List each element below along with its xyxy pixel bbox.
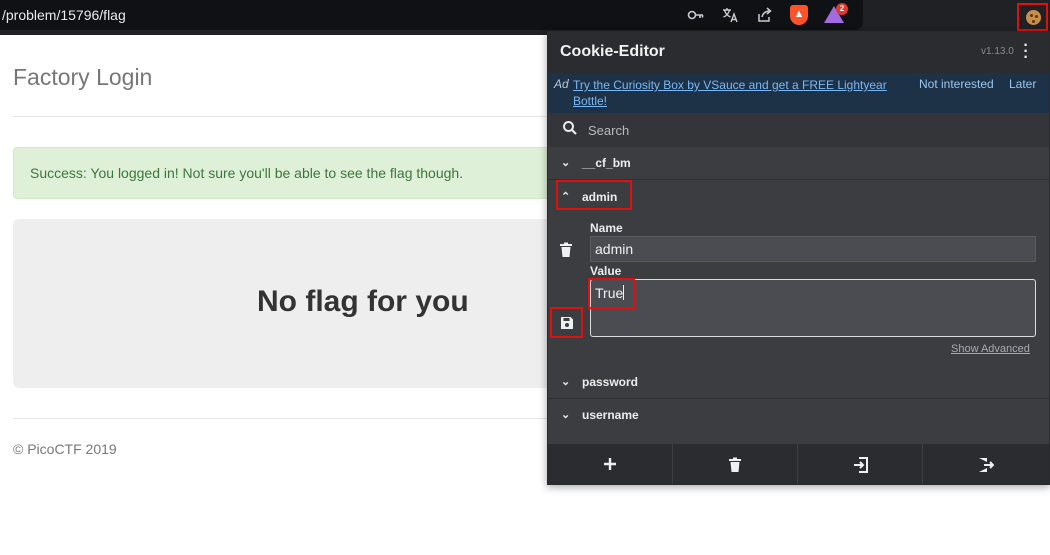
page-title: Factory Login bbox=[13, 64, 153, 90]
cookie-name: password bbox=[582, 375, 639, 389]
translate-icon[interactable] bbox=[720, 6, 740, 24]
delete-all-button[interactable] bbox=[673, 444, 798, 484]
cookie-details-admin: Name Value True Show Advanced bbox=[548, 212, 1049, 364]
cookie-name: __cf_bm bbox=[582, 156, 631, 170]
highlight-box bbox=[556, 180, 632, 210]
chevron-down-icon: ⌄ bbox=[561, 376, 571, 388]
chevron-down-icon: ⌄ bbox=[561, 409, 571, 421]
ad-not-interested-button[interactable]: Not interested bbox=[919, 77, 994, 91]
alert-text: Success: You logged in! Not sure you'll … bbox=[30, 165, 464, 181]
ad-banner: Ad Try the Curiosity Box by VSauce and g… bbox=[548, 73, 1049, 113]
cookie-value-field[interactable]: True bbox=[590, 279, 1036, 337]
cookie-editor-popup: Cookie-Editor v1.13.0 · · · Ad Try the Cur… bbox=[547, 31, 1050, 485]
trash-icon bbox=[729, 457, 741, 472]
popup-header: Cookie-Editor v1.13.0 · · · bbox=[548, 32, 1049, 73]
cookie-row-username[interactable]: ⌄ username bbox=[548, 399, 1049, 432]
import-icon bbox=[854, 457, 868, 473]
version-label: v1.13.0 bbox=[981, 46, 1014, 57]
key-icon[interactable] bbox=[686, 6, 706, 24]
address-url[interactable]: /problem/15796/flag bbox=[2, 7, 126, 23]
search-icon bbox=[562, 120, 578, 136]
rewards-badge: 2 bbox=[836, 3, 848, 15]
jumbotron: No flag for you bbox=[13, 219, 583, 388]
divider bbox=[13, 116, 573, 117]
add-cookie-button[interactable] bbox=[548, 444, 673, 484]
save-icon bbox=[561, 317, 573, 329]
popup-footer-toolbar bbox=[548, 444, 1049, 484]
search-input[interactable] bbox=[588, 120, 1028, 140]
browser-toolbar: /problem/15796/flag ▲ 2 bbox=[0, 0, 1050, 35]
menu-kebab-icon[interactable]: · · · bbox=[1022, 38, 1030, 66]
cookie-row-password[interactable]: ⌄ password bbox=[548, 366, 1049, 399]
ad-later-button[interactable]: Later bbox=[1009, 77, 1036, 91]
divider bbox=[13, 418, 573, 419]
cookie-row-cf-bm[interactable]: ⌄ __cf_bm bbox=[548, 147, 1049, 180]
brave-shields-icon[interactable]: ▲ bbox=[790, 5, 808, 25]
success-alert: Success: You logged in! Not sure you'll … bbox=[13, 147, 583, 199]
ad-label: Ad bbox=[554, 77, 569, 91]
cookie-name: username bbox=[582, 408, 639, 422]
save-cookie-button[interactable] bbox=[550, 307, 583, 338]
address-bar[interactable]: /problem/15796/flag ▲ 2 bbox=[0, 0, 863, 30]
ad-link[interactable]: Try the Curiosity Box by VSauce and get … bbox=[573, 77, 893, 109]
name-label: Name bbox=[590, 221, 623, 235]
value-label: Value bbox=[590, 264, 622, 278]
page-footer: © PicoCTF 2019 bbox=[13, 441, 117, 457]
search-bar bbox=[548, 113, 1049, 147]
export-icon bbox=[979, 458, 994, 472]
cookie-icon bbox=[1026, 10, 1041, 25]
chevron-down-icon: ⌄ bbox=[561, 157, 571, 169]
delete-cookie-icon[interactable] bbox=[559, 242, 573, 258]
plus-icon bbox=[604, 458, 616, 470]
highlight-box bbox=[588, 278, 635, 309]
cookie-row-admin[interactable]: ⌃ admin bbox=[548, 180, 1049, 213]
cookie-editor-extension-button[interactable] bbox=[1017, 3, 1048, 31]
import-button[interactable] bbox=[798, 444, 923, 484]
popup-title: Cookie-Editor bbox=[560, 43, 665, 60]
share-icon[interactable] bbox=[754, 6, 774, 24]
cookie-name-field[interactable] bbox=[590, 236, 1036, 262]
show-advanced-link[interactable]: Show Advanced bbox=[951, 343, 1030, 355]
export-button[interactable] bbox=[923, 444, 1049, 484]
